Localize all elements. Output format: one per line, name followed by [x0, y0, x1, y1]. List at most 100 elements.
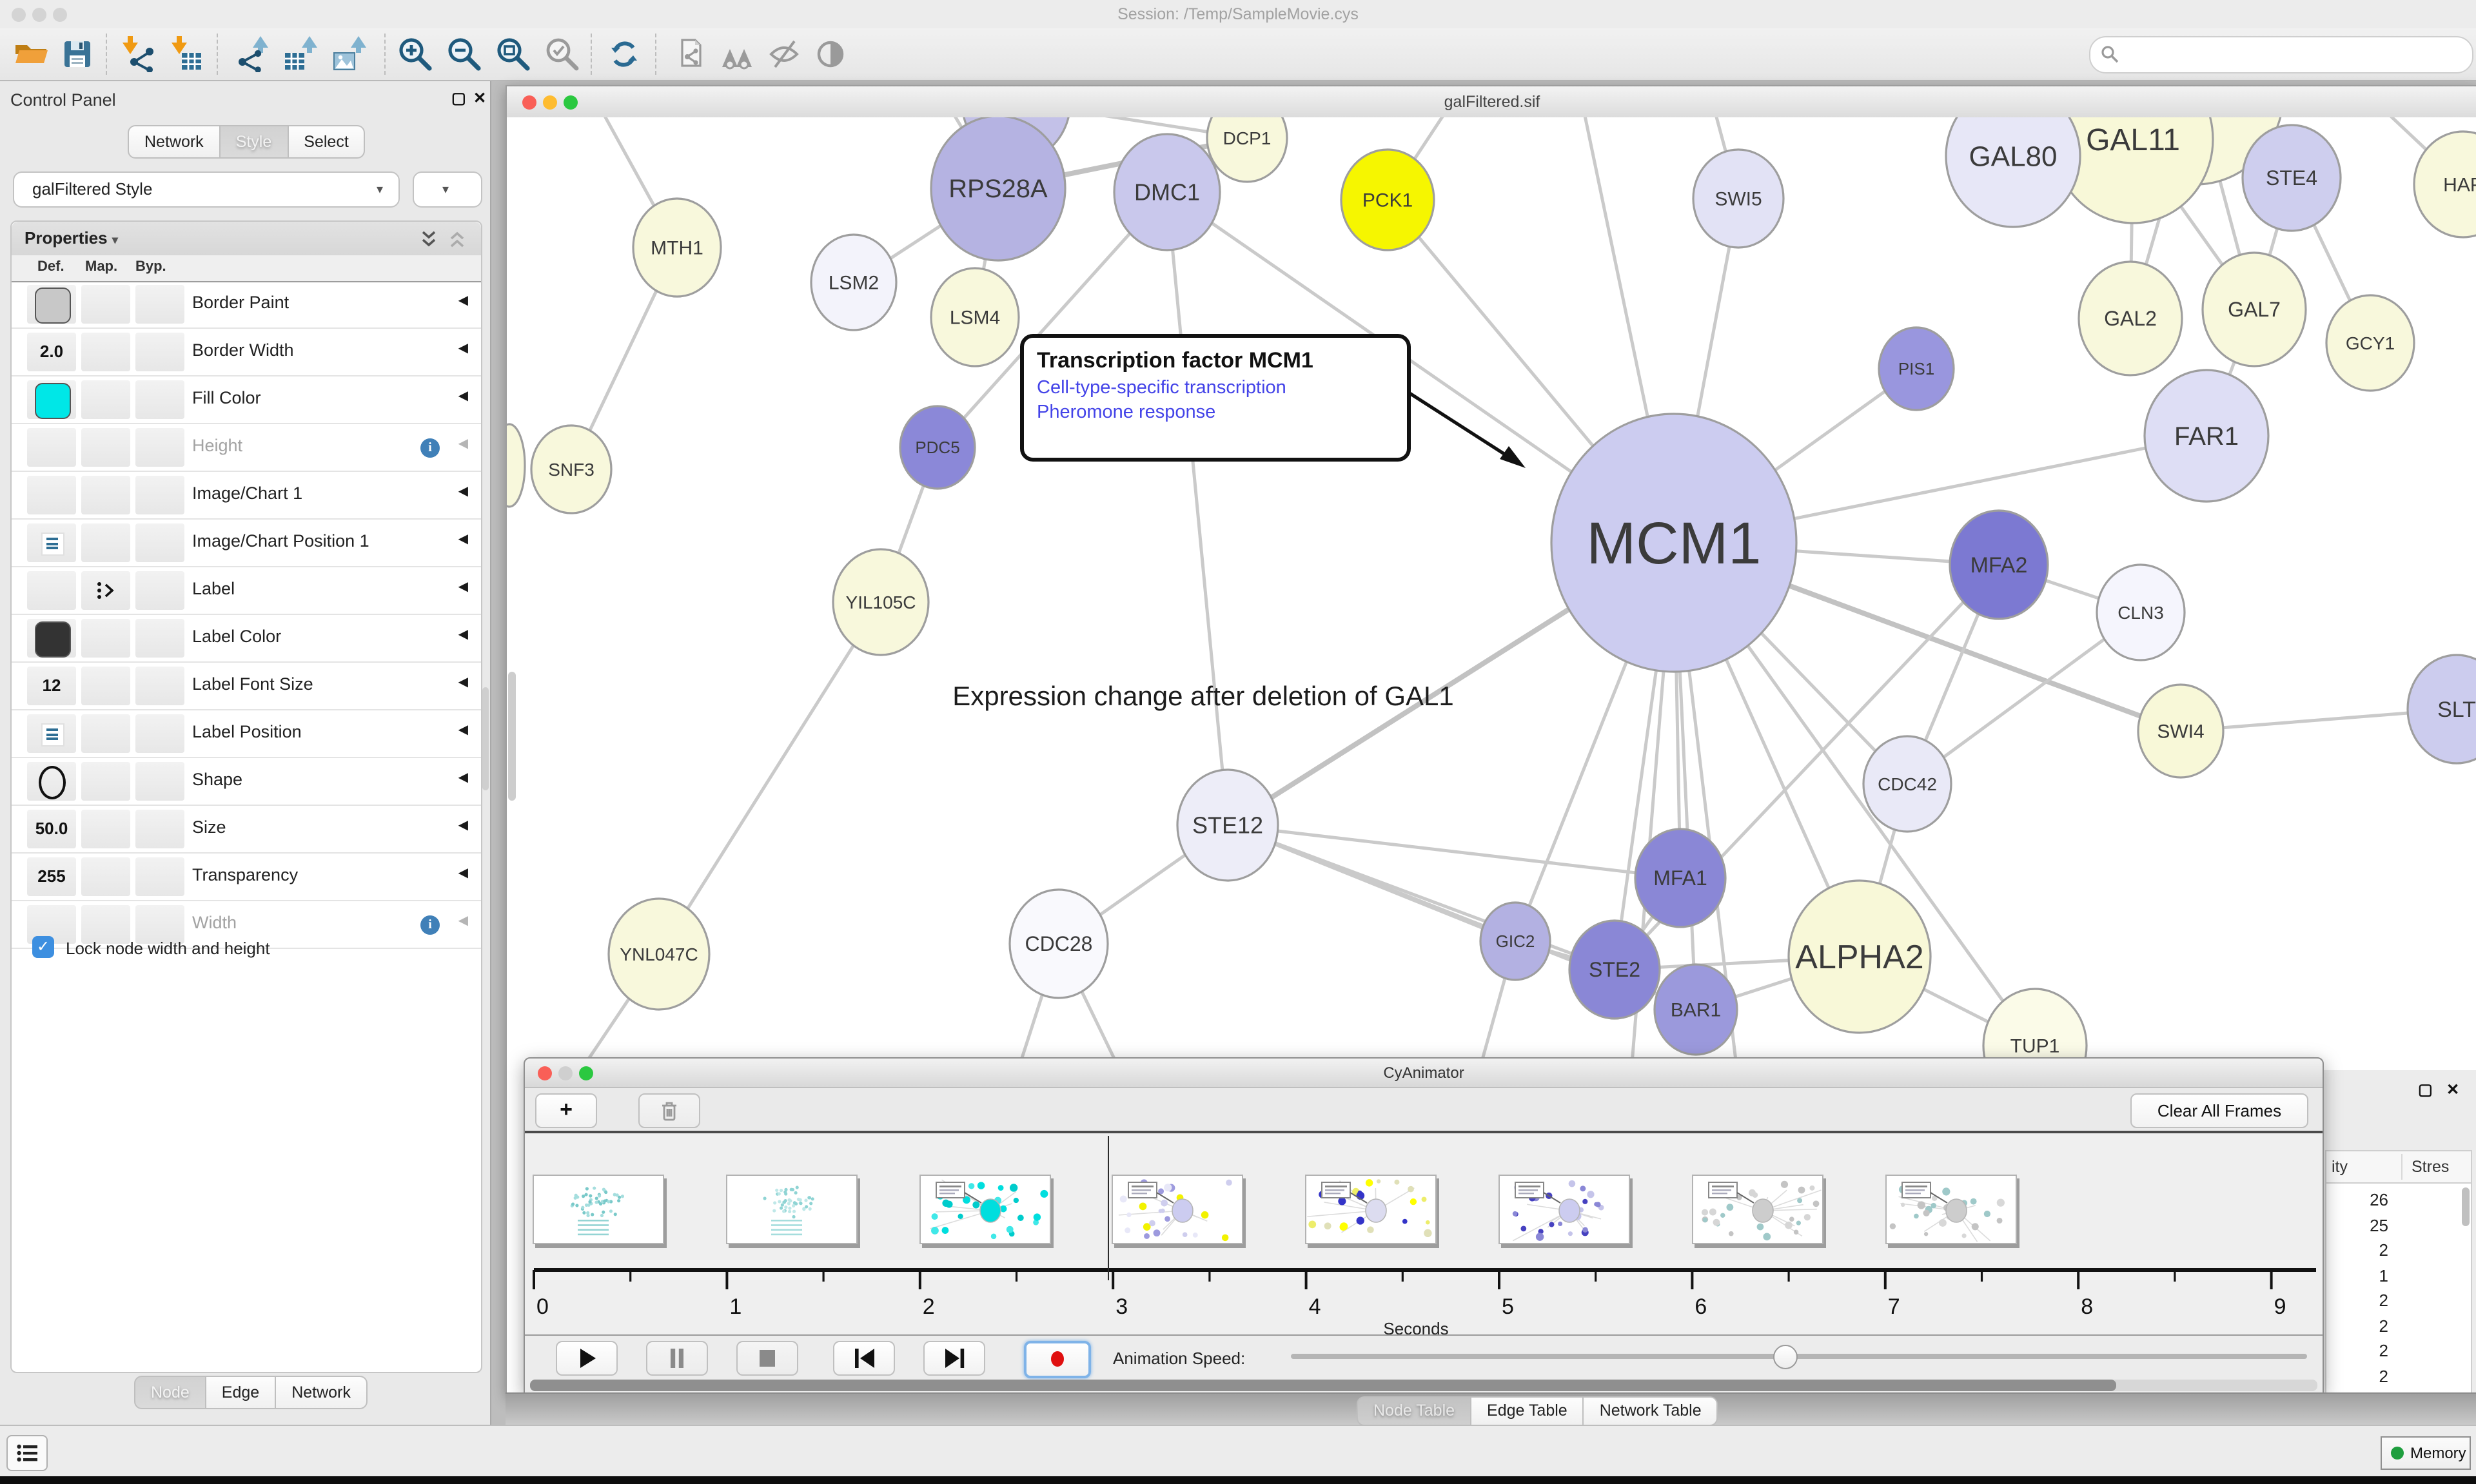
table-cell-centrality[interactable]: 2	[2329, 1316, 2388, 1335]
default-value-cell[interactable]	[27, 762, 76, 801]
network-node-FAR1[interactable]: FAR1	[2145, 370, 2268, 502]
table-cell-centrality[interactable]: 1	[2329, 1265, 2388, 1285]
bypass-cell[interactable]	[135, 476, 184, 514]
record-button[interactable]	[1024, 1341, 1091, 1378]
tab-network[interactable]: Network	[128, 125, 221, 159]
property-row-label-position[interactable]: Label Position◀	[12, 710, 481, 758]
tab-node-table[interactable]: Node Table	[1357, 1396, 1471, 1426]
bypass-cell[interactable]	[135, 619, 184, 658]
bypass-cell[interactable]	[135, 667, 184, 705]
node-table-header[interactable]: ity Stres	[2326, 1151, 2471, 1184]
search-input[interactable]	[2124, 41, 2464, 68]
annotation-link[interactable]: Pheromone response	[1037, 402, 1394, 423]
expand-row-icon[interactable]: ◀	[458, 485, 468, 499]
table-scrollbar[interactable]	[2462, 1187, 2470, 1226]
network-node-GAL2[interactable]: GAL2	[2079, 262, 2182, 375]
property-row-fill-color[interactable]: Fill Color◀	[12, 376, 481, 424]
network-node-GAL7[interactable]: GAL7	[2203, 253, 2306, 366]
timeline-axis[interactable]: 0123456789Seconds	[525, 1133, 2323, 1334]
search-field[interactable]	[2089, 36, 2473, 73]
bypass-cell[interactable]	[135, 428, 184, 467]
bypass-cell[interactable]	[135, 571, 184, 610]
slider-thumb[interactable]	[1773, 1345, 1798, 1369]
zoom-selected-icon[interactable]	[544, 36, 580, 72]
timeline-playhead[interactable]	[1107, 1136, 1109, 1280]
mapping-cell[interactable]	[81, 428, 130, 467]
close-panel-icon[interactable]: ✕	[473, 89, 486, 107]
expand-row-icon[interactable]: ◀	[458, 294, 468, 308]
style-options-button[interactable]: ▾	[413, 171, 482, 208]
network-node-SWI5[interactable]: SWI5	[1693, 150, 1783, 248]
network-node-CDC42[interactable]: CDC42	[1863, 736, 1951, 832]
network-node-PCK1[interactable]: PCK1	[1341, 150, 1434, 250]
mapping-cell[interactable]	[81, 857, 130, 896]
open-session-icon[interactable]	[13, 36, 49, 72]
bypass-cell[interactable]	[135, 714, 184, 753]
annotation-box[interactable]: Transcription factor MCM1 Cell-type-spec…	[1020, 334, 1411, 462]
expand-row-icon[interactable]: ◀	[458, 866, 468, 881]
expand-row-icon[interactable]: ◀	[458, 389, 468, 404]
mapping-cell[interactable]	[81, 333, 130, 371]
expand-row-icon[interactable]: ◀	[458, 580, 468, 594]
mapping-cell[interactable]	[81, 285, 130, 324]
table-cell-centrality[interactable]: 2	[2329, 1341, 2388, 1360]
pause-button[interactable]	[646, 1341, 708, 1376]
network-node-MTH1[interactable]: MTH1	[633, 199, 721, 297]
network-node-PIS1[interactable]: PIS1	[1879, 327, 1954, 410]
network-node-CDC28[interactable]: CDC28	[1010, 890, 1108, 998]
property-row-border-width[interactable]: 2.0Border Width◀	[12, 329, 481, 376]
panel-scrollbar[interactable]	[482, 687, 489, 790]
close-window-icon[interactable]	[522, 95, 536, 110]
network-node-BAR1[interactable]: BAR1	[1655, 964, 1737, 1055]
property-row-label-color[interactable]: Label Color◀	[12, 615, 481, 663]
network-node-GCY1[interactable]: GCY1	[2326, 295, 2414, 391]
network-node-GAL80[interactable]: GAL80	[1946, 117, 2080, 227]
refresh-view-icon[interactable]	[606, 36, 642, 72]
default-value-cell[interactable]	[27, 285, 76, 324]
default-value-cell[interactable]: 50.0	[27, 810, 76, 848]
mapping-cell[interactable]	[81, 619, 130, 658]
export-network-icon[interactable]	[232, 36, 268, 72]
network-node-SLT2[interactable]: SLT	[2408, 655, 2476, 763]
mapping-cell[interactable]	[81, 714, 130, 753]
show-graphics-details-icon[interactable]	[812, 36, 849, 72]
table-cell-centrality[interactable]: 26	[2329, 1190, 2388, 1209]
default-value-cell[interactable]	[27, 428, 76, 467]
network-node-STE4[interactable]: STE4	[2243, 125, 2341, 231]
import-network-icon[interactable]	[119, 36, 155, 72]
hide-graphics-details-icon[interactable]	[766, 36, 802, 72]
mapping-cell[interactable]	[81, 762, 130, 801]
default-value-cell[interactable]	[27, 380, 76, 419]
bypass-cell[interactable]	[135, 333, 184, 371]
mapping-cell[interactable]	[81, 667, 130, 705]
property-row-image-chart-1[interactable]: Image/Chart 1◀	[12, 472, 481, 520]
property-row-image-chart-position-1[interactable]: Image/Chart Position 1◀	[12, 520, 481, 567]
property-row-label[interactable]: Label◀	[12, 567, 481, 615]
show-panels-button[interactable]	[6, 1435, 48, 1471]
clear-all-frames-button[interactable]: Clear All Frames	[2130, 1093, 2308, 1128]
expand-row-icon[interactable]: ◀	[458, 628, 468, 642]
zoom-fit-icon[interactable]	[495, 36, 531, 72]
import-table-icon[interactable]	[168, 36, 204, 72]
network-node-leftSliver[interactable]	[507, 424, 525, 507]
maximize-window-icon[interactable]	[564, 95, 578, 110]
expand-row-icon[interactable]: ◀	[458, 437, 468, 451]
property-row-label-font-size[interactable]: 12Label Font Size◀	[12, 663, 481, 710]
network-node-PDC5[interactable]: PDC5	[900, 406, 975, 489]
network-window-titlebar[interactable]: galFiltered.sif	[507, 86, 2476, 119]
export-table-icon[interactable]	[281, 36, 317, 72]
column-divider[interactable]	[2401, 1154, 2402, 1180]
network-node-MFA1[interactable]: MFA1	[1635, 829, 1725, 927]
network-node-LSM2[interactable]: LSM2	[811, 235, 896, 330]
property-row-border-paint[interactable]: Border Paint◀	[12, 281, 481, 329]
tab-node[interactable]: Node	[134, 1376, 206, 1409]
property-row-transparency[interactable]: 255Transparency◀	[12, 854, 481, 901]
default-value-cell[interactable]	[27, 571, 76, 610]
expand-row-icon[interactable]: ◀	[458, 342, 468, 356]
close-window-icon[interactable]	[12, 8, 26, 22]
add-frame-button[interactable]: +	[535, 1093, 597, 1128]
expand-row-icon[interactable]: ◀	[458, 532, 468, 547]
close-panel-icon[interactable]: ✕	[2446, 1080, 2459, 1098]
network-node-ALPHA2[interactable]: ALPHA2	[1789, 881, 1931, 1033]
previous-frame-button[interactable]	[833, 1341, 895, 1376]
